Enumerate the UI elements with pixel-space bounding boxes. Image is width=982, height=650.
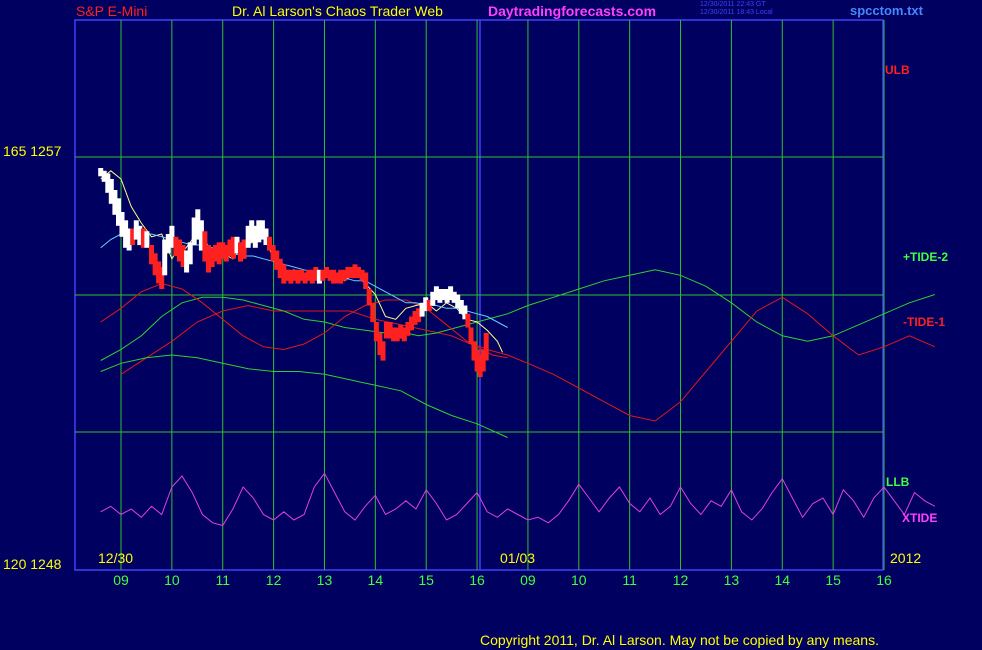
copyright-notice: Copyright 2011, Dr. Al Larson. May not b… [480, 632, 879, 648]
price-bar-down [363, 272, 369, 289]
chart-canvas [74, 19, 936, 571]
price-bar-up [144, 231, 150, 248]
chart-title: Dr. Al Larson's Chaos Trader Web [232, 3, 443, 19]
label-ulb: ULB [885, 63, 910, 77]
price-bar-down [483, 333, 489, 361]
price-bar-down [465, 313, 471, 328]
site-title: Daytradingforecasts.com [488, 3, 657, 19]
x-tick-label: 14 [367, 572, 384, 588]
date-label-1230: 12/30 [98, 550, 134, 566]
x-tick-label: 14 [774, 572, 791, 588]
series-xtide [100, 472, 936, 527]
label-xtide: XTIDE [902, 511, 938, 525]
x-tick-label: 10 [164, 572, 180, 588]
series-ulb [120, 304, 508, 375]
x-tick-label: 15 [825, 572, 841, 588]
instrument-title: S&P E-Mini [76, 3, 148, 19]
x-tick-label: 16 [469, 572, 485, 588]
x-tick-label: 09 [113, 572, 129, 588]
series-llb [100, 354, 508, 438]
date-label-0103: 01/03 [500, 550, 536, 566]
label-llb: LLB [886, 475, 910, 489]
date-label-year: 2012 [890, 550, 922, 566]
x-tick-label: 13 [316, 572, 333, 588]
label-tide1: -TIDE-1 [903, 315, 945, 329]
x-tick-label: 11 [622, 572, 637, 588]
x-tick-label: 11 [215, 572, 230, 588]
series-tide-1 [100, 282, 936, 422]
price-bar-down [370, 302, 376, 323]
timestamp-local: 12/30/2011 18:43 Local [700, 9, 773, 16]
y-label-top: 165 1257 [3, 143, 62, 159]
x-tick-label: 13 [723, 572, 740, 588]
timestamp-gmt: 12/30/2011 22:43 GT [700, 1, 766, 8]
price-bar-down [380, 341, 386, 361]
x-tick-label: 10 [571, 572, 587, 588]
x-tick-label: 15 [418, 572, 434, 588]
x-tick-label: 09 [520, 572, 536, 588]
x-tick-label: 16 [876, 572, 892, 588]
label-tide2: +TIDE-2 [903, 250, 949, 264]
y-label-bottom: 120 1248 [3, 556, 62, 572]
x-tick-label: 12 [672, 572, 689, 588]
x-tick-label: 12 [265, 572, 282, 588]
price-bar-up [187, 242, 193, 265]
file-name: spcctom.txt [850, 3, 923, 18]
